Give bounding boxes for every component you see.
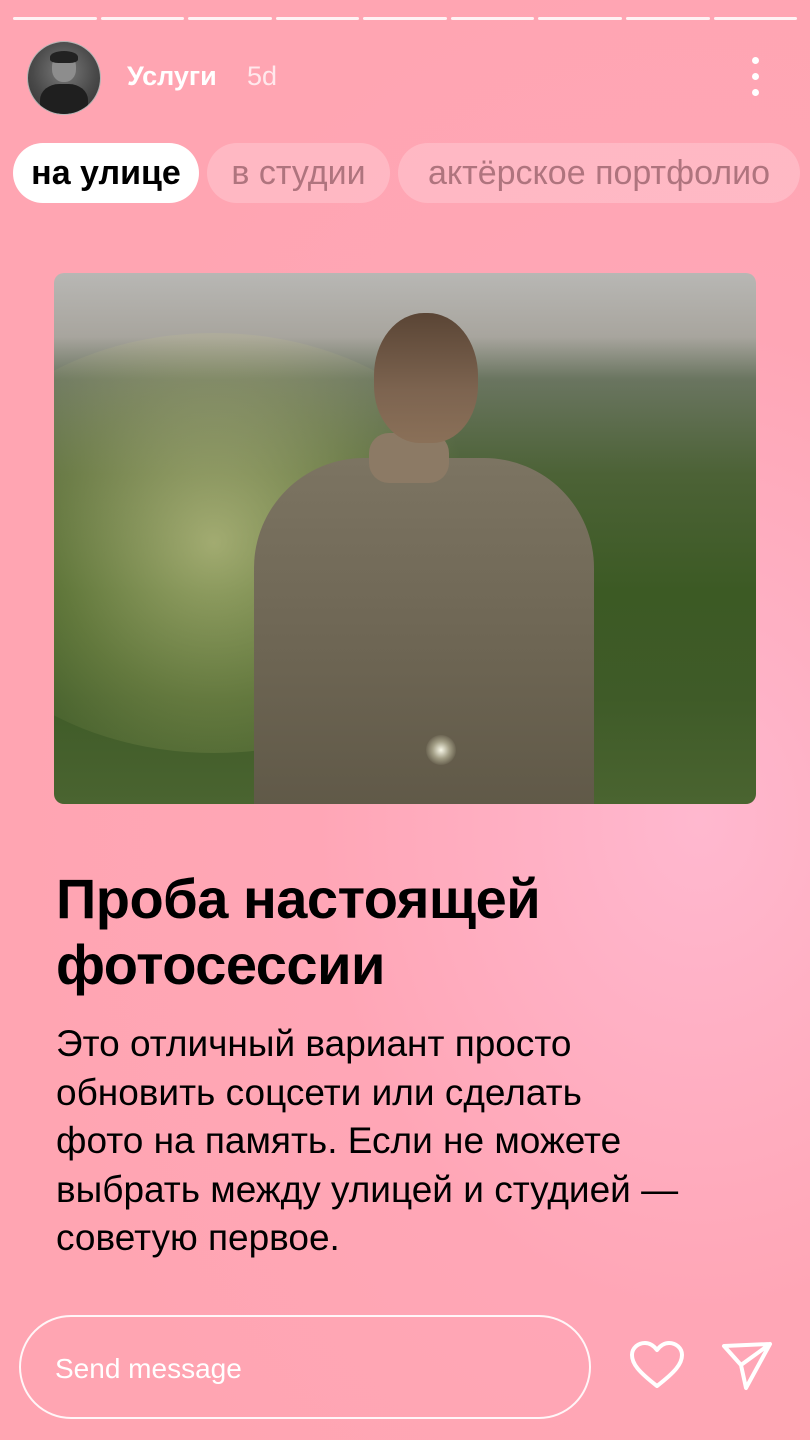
- send-message-input[interactable]: Send message: [19, 1315, 591, 1419]
- description-line: Это отличный вариант просто: [56, 1023, 572, 1064]
- username[interactable]: Услуги: [127, 61, 217, 92]
- heart-icon[interactable]: [629, 1340, 685, 1390]
- story-header: Услуги 5d: [27, 41, 787, 115]
- tab-studio[interactable]: в студии: [207, 143, 390, 203]
- description-line: фото на память. Если не можете: [56, 1120, 622, 1161]
- send-icon[interactable]: [718, 1338, 774, 1394]
- avatar[interactable]: [27, 41, 101, 115]
- progress-segment: [363, 17, 447, 20]
- tab-outdoor[interactable]: на улице: [13, 143, 199, 203]
- progress-segment: [100, 17, 185, 20]
- progress-segment: [450, 17, 535, 20]
- progress-segment: [625, 17, 710, 20]
- description-line: выбрать между улицей и студией —: [56, 1168, 679, 1210]
- story-description: Это отличный вариант просто обновить соц…: [56, 1020, 766, 1263]
- description-line: обновить соцсети или сделать: [56, 1071, 582, 1113]
- story-photo: [54, 273, 756, 804]
- description-line: советую первое.: [56, 1217, 340, 1258]
- message-placeholder: Send message: [55, 1353, 242, 1384]
- progress-segment: [275, 17, 360, 20]
- title-line: Проба настоящей: [56, 867, 541, 930]
- title-line: фотосессии: [56, 933, 385, 996]
- progress-segment: [538, 17, 622, 20]
- progress-segment: [188, 17, 272, 20]
- progress-segment: [713, 17, 798, 20]
- story-progress-bar: [13, 17, 798, 20]
- story-title: Проба настоящей фотосессии: [56, 866, 756, 998]
- progress-segment: [13, 17, 97, 20]
- more-options-icon[interactable]: [745, 55, 765, 99]
- story-time: 5d: [247, 61, 278, 91]
- tab-actor-portfolio[interactable]: актёрское портфолио: [398, 143, 800, 203]
